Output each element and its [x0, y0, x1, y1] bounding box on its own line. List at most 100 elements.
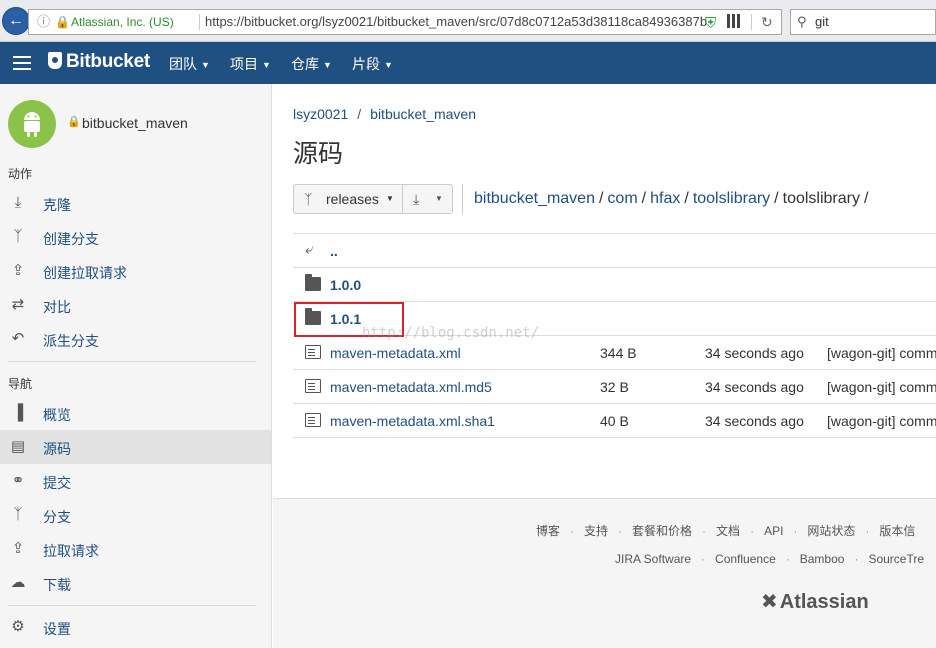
path-segment[interactable]: toolslibrary [693, 190, 770, 207]
nav-projects[interactable]: 项目 ▼ [230, 54, 271, 74]
browser-toolbar: ← ⓘ 🔒 Atlassian, Inc. (US) https://bitbu… [0, 0, 936, 42]
table-row[interactable]: maven-metadata.xml 344 B 34 seconds ago … [293, 336, 936, 370]
separator-dot: · [618, 524, 623, 538]
table-row[interactable]: 1.0.0 [293, 268, 936, 302]
table-row-parent[interactable]: ⤶ .. [293, 234, 936, 268]
nav-teams[interactable]: 团队 ▼ [169, 54, 210, 74]
breadcrumb-repo[interactable]: bitbucket_maven [370, 106, 476, 122]
chevron-down-icon: ▼ [435, 194, 443, 203]
footer-link[interactable]: 版本信 [879, 524, 915, 538]
qr-code-icon[interactable] [727, 14, 741, 28]
sidebar-item-create-pull-request[interactable]: ⇪ 创建拉取请求 [0, 254, 271, 288]
branch-selector[interactable]: ᛉ releases ▼ [293, 184, 403, 214]
sidebar-item-label: 对比 [43, 299, 71, 315]
lock-icon: 🔒 [67, 116, 81, 128]
file-time: 34 seconds ago [705, 379, 804, 395]
commit-message[interactable]: [wagon-git] comm [827, 379, 936, 395]
browser-search-input[interactable]: ⚲ git [790, 9, 936, 35]
site-identity[interactable]: Atlassian, Inc. (US) [71, 10, 174, 34]
menu-icon[interactable] [13, 56, 31, 70]
file-name[interactable]: maven-metadata.xml [330, 345, 461, 361]
commit-message[interactable]: [wagon-git] comm [827, 345, 936, 361]
info-icon[interactable]: ⓘ [37, 10, 50, 34]
back-arrow-icon[interactable]: ← [2, 7, 30, 35]
path-segment[interactable]: com [607, 190, 637, 207]
sidebar-item-commits[interactable]: ⚭ 提交 [0, 464, 271, 498]
sidebar-item-label: 拉取请求 [43, 543, 99, 559]
sidebar-item-downloads[interactable]: ☁ 下载 [0, 566, 271, 600]
footer-link[interactable]: 套餐和价格 [632, 524, 692, 538]
branch-icon: ᛉ [304, 191, 313, 207]
sidebar-item-create-branch[interactable]: ᛉ 创建分支 [0, 220, 271, 254]
sidebar-item-clone[interactable]: ⤓ 克隆 [0, 186, 271, 220]
sidebar-item-label: 克隆 [43, 197, 71, 213]
divider [462, 184, 463, 214]
url-text[interactable]: https://bitbucket.org/lsyz0021/bitbucket… [205, 10, 711, 34]
sidebar-item-settings[interactable]: ⚙ 设置 [0, 610, 271, 644]
commit-message[interactable]: [wagon-git] comm [827, 413, 936, 429]
bitbucket-logo[interactable]: Bitbucket [48, 51, 150, 73]
watermark: http://blog.csdn.net/ [362, 325, 540, 341]
download-button[interactable]: ⤓ ▼ [402, 184, 453, 214]
folder-icon [305, 274, 321, 291]
breadcrumb-owner[interactable]: lsyz0021 [293, 106, 348, 122]
divider [8, 361, 256, 362]
file-icon [305, 345, 321, 359]
chevron-down-icon: ▼ [384, 60, 393, 70]
sidebar-item-pull-requests[interactable]: ⇪ 拉取请求 [0, 532, 271, 566]
separator-dot: · [750, 524, 755, 538]
sidebar-item-label: 创建分支 [43, 231, 99, 247]
bucket-icon [48, 52, 62, 69]
footer-link[interactable]: SourceTre [868, 552, 924, 566]
actions-heading: 动作 [8, 167, 33, 181]
pull-requests-icon: ⇪ [11, 540, 25, 557]
folder-name[interactable]: 1.0.0 [330, 277, 361, 293]
footer-link[interactable]: JIRA Software [615, 552, 691, 566]
breadcrumb: lsyz0021 / bitbucket_maven [293, 106, 476, 122]
sidebar-item-label: 派生分支 [43, 333, 99, 349]
sidebar-item-label: 设置 [43, 621, 71, 637]
path-separator: / [641, 190, 647, 207]
sidebar-item-branches[interactable]: ᛉ 分支 [0, 498, 271, 532]
file-size: 40 B [600, 413, 629, 429]
path-segment[interactable]: hfax [650, 190, 680, 207]
atlassian-logo[interactable]: ✖ Atlassian [761, 589, 869, 614]
repo-name[interactable]: bitbucket_maven [82, 115, 188, 131]
sidebar-item-fork[interactable]: ↶ 派生分支 [0, 322, 271, 356]
address-bar[interactable]: ⓘ 🔒 Atlassian, Inc. (US) https://bitbuck… [28, 9, 782, 35]
nav-snippets[interactable]: 片段 ▼ [352, 54, 393, 74]
parent-directory-link[interactable]: .. [330, 243, 338, 259]
file-path: bitbucket_maven / com / hfax / toolslibrary / to… [474, 190, 872, 208]
sidebar-item-label: 概览 [43, 407, 71, 423]
footer-links: 博客 · 支持 · 套餐和价格 · 文档 · API · 网站状态 · 版本信 [536, 522, 915, 539]
chevron-down-icon: ▼ [262, 60, 271, 70]
file-name[interactable]: maven-metadata.xml.sha1 [330, 413, 495, 429]
fork-icon: ↶ [11, 330, 25, 347]
avatar[interactable] [8, 100, 56, 148]
brand-name: Bitbucket [66, 51, 150, 72]
footer-link[interactable]: 支持 [584, 524, 608, 538]
sidebar-item-overview[interactable]: ▐ 概览 [0, 396, 271, 430]
sidebar-item-source[interactable]: ▤ 源码 [0, 430, 271, 464]
top-navigation: Bitbucket 团队 ▼ 项目 ▼ 仓库 ▼ 片段 ▼ [0, 42, 936, 84]
footer-link[interactable]: 博客 [536, 524, 560, 538]
shield-icon[interactable]: ⛨ [705, 12, 716, 34]
file-size: 32 B [600, 379, 629, 395]
sidebar-item-label: 源码 [43, 441, 71, 457]
file-name[interactable]: maven-metadata.xml.md5 [330, 379, 492, 395]
nav-repositories[interactable]: 仓库 ▼ [291, 54, 332, 74]
reload-icon[interactable]: ↻ [761, 10, 773, 34]
search-icon: ⚲ [797, 14, 807, 29]
table-row[interactable]: maven-metadata.xml.md5 32 B 34 seconds a… [293, 370, 936, 404]
footer-link[interactable]: 文档 [716, 524, 740, 538]
footer-link[interactable]: Bamboo [800, 552, 845, 566]
footer-link[interactable]: Confluence [715, 552, 776, 566]
path-current: toolslibrary [782, 190, 860, 207]
create-pull-request-icon: ⇪ [11, 262, 25, 279]
table-row[interactable]: maven-metadata.xml.sha1 40 B 34 seconds … [293, 404, 936, 438]
breadcrumb-separator: / [357, 106, 362, 122]
sidebar-item-compare[interactable]: ⇄ 对比 [0, 288, 271, 322]
path-segment[interactable]: bitbucket_maven [474, 190, 595, 207]
footer-link[interactable]: API [764, 524, 783, 538]
footer-link[interactable]: 网站状态 [807, 524, 855, 538]
